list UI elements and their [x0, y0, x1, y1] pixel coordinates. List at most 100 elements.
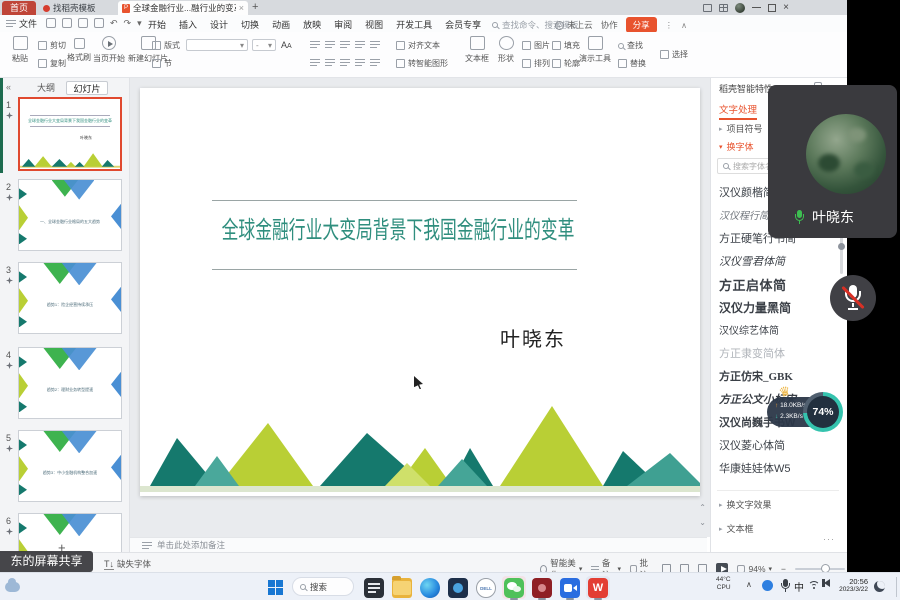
text-effect-section[interactable]: ▸换文字效果: [719, 498, 772, 511]
undo-icon[interactable]: ↶: [110, 18, 118, 28]
distribute-icon[interactable]: [370, 58, 380, 67]
battery-widget[interactable]: 74%: [803, 392, 843, 432]
paste-button[interactable]: 粘贴: [6, 36, 34, 64]
zoom-slider[interactable]: [795, 568, 845, 570]
tab-document[interactable]: P 全球金融行业...融行业的变革 ×: [118, 1, 248, 15]
menu-item[interactable]: 插入: [179, 18, 197, 31]
tab-text-processing[interactable]: 文字处理: [719, 102, 757, 116]
panel-more-button[interactable]: ···: [823, 534, 835, 544]
slide-thumbnail-4[interactable]: 趋势2：理财业务转型提速: [18, 347, 122, 419]
menu-item[interactable]: 切换: [241, 18, 259, 31]
font-item[interactable]: 方正启体简: [719, 274, 837, 297]
grow-font-button[interactable]: AA: [281, 40, 292, 50]
do-not-disturb-icon[interactable]: [874, 581, 885, 592]
menu-item[interactable]: 会员专享: [445, 18, 481, 31]
wps-app-icon[interactable]: W: [588, 578, 608, 598]
tray-blue-app-icon[interactable]: [762, 580, 773, 591]
ime-indicator[interactable]: 中: [794, 579, 804, 594]
align-center-icon[interactable]: [325, 58, 335, 67]
change-font-section[interactable]: ▾换字体: [719, 140, 754, 153]
meeting-app-icon[interactable]: [560, 578, 580, 598]
shape-button[interactable]: 形状: [494, 36, 518, 64]
align-right-icon[interactable]: [340, 58, 350, 67]
font-size-select[interactable]: -▾: [252, 39, 276, 51]
app-icon-1[interactable]: [448, 578, 468, 598]
menu-item[interactable]: 开始: [148, 18, 166, 31]
layout-button[interactable]: 版式: [152, 40, 180, 51]
collaborate-button[interactable]: 协作: [601, 19, 618, 31]
export-icon[interactable]: [62, 18, 72, 28]
slide-author[interactable]: 叶晓东: [500, 323, 566, 352]
cpu-temp-widget[interactable]: 44°C CPU: [716, 576, 731, 592]
select-button[interactable]: 选择: [660, 49, 688, 60]
edge-browser-icon[interactable]: [420, 578, 440, 598]
next-slide-button[interactable]: ⌄: [699, 518, 706, 527]
tab-home[interactable]: 首页: [2, 1, 36, 15]
indent-icon[interactable]: [355, 40, 365, 49]
apps-grid-icon[interactable]: [719, 4, 728, 12]
tray-mic-icon[interactable]: [780, 579, 791, 594]
outdent-icon[interactable]: [340, 40, 350, 49]
cloud-status[interactable]: G未上云: [555, 19, 593, 31]
play-from-current-button[interactable]: 当页开始: [92, 36, 126, 64]
taskbar-search[interactable]: 搜索: [292, 577, 354, 596]
menu-item[interactable]: 放映: [303, 18, 321, 31]
wifi-icon[interactable]: [808, 581, 820, 591]
mute-microphone-button[interactable]: [830, 275, 876, 321]
slide-title[interactable]: 全球金融行业大变局背景下我国金融行业的变革: [216, 210, 580, 245]
font-item[interactable]: 汉仪雪君体简: [719, 251, 837, 274]
account-avatar[interactable]: [735, 3, 745, 13]
slide-thumbnail-1[interactable]: 全球金融行业大变局背景下我国金融行业的变革 叶晓东: [18, 97, 122, 171]
save-icon[interactable]: [46, 18, 56, 28]
present-tools-button[interactable]: 演示工具: [576, 36, 614, 64]
file-explorer-icon[interactable]: [392, 578, 412, 598]
volume-icon[interactable]: [824, 579, 830, 587]
menu-item[interactable]: 动画: [272, 18, 290, 31]
section-button[interactable]: 节: [152, 58, 172, 69]
font-item[interactable]: 华康娃娃体W5: [719, 458, 837, 481]
arrange-button[interactable]: 排列: [522, 58, 550, 69]
align-text-button[interactable]: 对齐文本: [396, 40, 440, 51]
clock-widget[interactable]: 20:56 2023/3/22: [836, 577, 868, 595]
tab-docer[interactable]: 找稻壳模板: [38, 1, 116, 15]
tab-slides[interactable]: 幻灯片: [66, 81, 108, 95]
font-item[interactable]: 方正隶变简体: [719, 343, 837, 366]
textbox-button[interactable]: 文本框: [462, 36, 492, 64]
participant-video-tile[interactable]: 叶晓东: [768, 85, 897, 238]
numbering-icon[interactable]: [325, 40, 335, 49]
file-menu[interactable]: 文件: [6, 17, 37, 30]
format-painter-button[interactable]: 格式刷: [62, 38, 96, 63]
qat-dropdown-icon[interactable]: ▾: [137, 18, 142, 28]
close-tab-icon[interactable]: ×: [239, 3, 244, 13]
menu-item[interactable]: 设计: [210, 18, 228, 31]
font-item[interactable]: 汉仪综艺体简: [719, 320, 837, 343]
slide-thumbnail-2[interactable]: 一、全球金融行业格局的五大趋势: [18, 179, 122, 251]
wechat-icon[interactable]: [504, 578, 524, 598]
justify-icon[interactable]: [355, 58, 365, 67]
redo-icon[interactable]: ↷: [124, 18, 132, 28]
more-icon[interactable]: ⋮: [665, 20, 674, 31]
tile-handle-dot[interactable]: [838, 243, 845, 250]
replace-button[interactable]: 替换: [618, 58, 646, 69]
red-app-icon[interactable]: [532, 578, 552, 598]
slide-thumbnail-3[interactable]: 趋势1：险企经营持续承压: [18, 262, 122, 334]
restore-button[interactable]: [768, 4, 776, 12]
share-button[interactable]: 分享: [626, 17, 657, 33]
new-tab-button[interactable]: +: [252, 1, 258, 13]
close-button[interactable]: ×: [783, 1, 789, 14]
print-icon[interactable]: [78, 18, 88, 28]
menu-item[interactable]: 审阅: [334, 18, 352, 31]
reader-app-icon[interactable]: [364, 578, 384, 598]
line-spacing-icon[interactable]: [370, 40, 380, 49]
start-button[interactable]: [268, 580, 283, 595]
collapse-ribbon-icon[interactable]: ∧: [681, 21, 687, 30]
align-left-icon[interactable]: [310, 58, 320, 67]
bullet-section[interactable]: ▸项目符号: [719, 122, 763, 135]
previous-slide-button[interactable]: ⌃: [699, 503, 706, 512]
bullets-icon[interactable]: [310, 40, 320, 49]
show-desktop-edge[interactable]: [896, 577, 897, 597]
slide-thumbnail-5[interactable]: 趋势3：中小金融机构整合加速: [18, 430, 122, 502]
find-button[interactable]: 查找: [618, 40, 643, 51]
font-item[interactable]: 汉仪力量黑简: [719, 297, 837, 320]
menu-item[interactable]: 视图: [365, 18, 383, 31]
